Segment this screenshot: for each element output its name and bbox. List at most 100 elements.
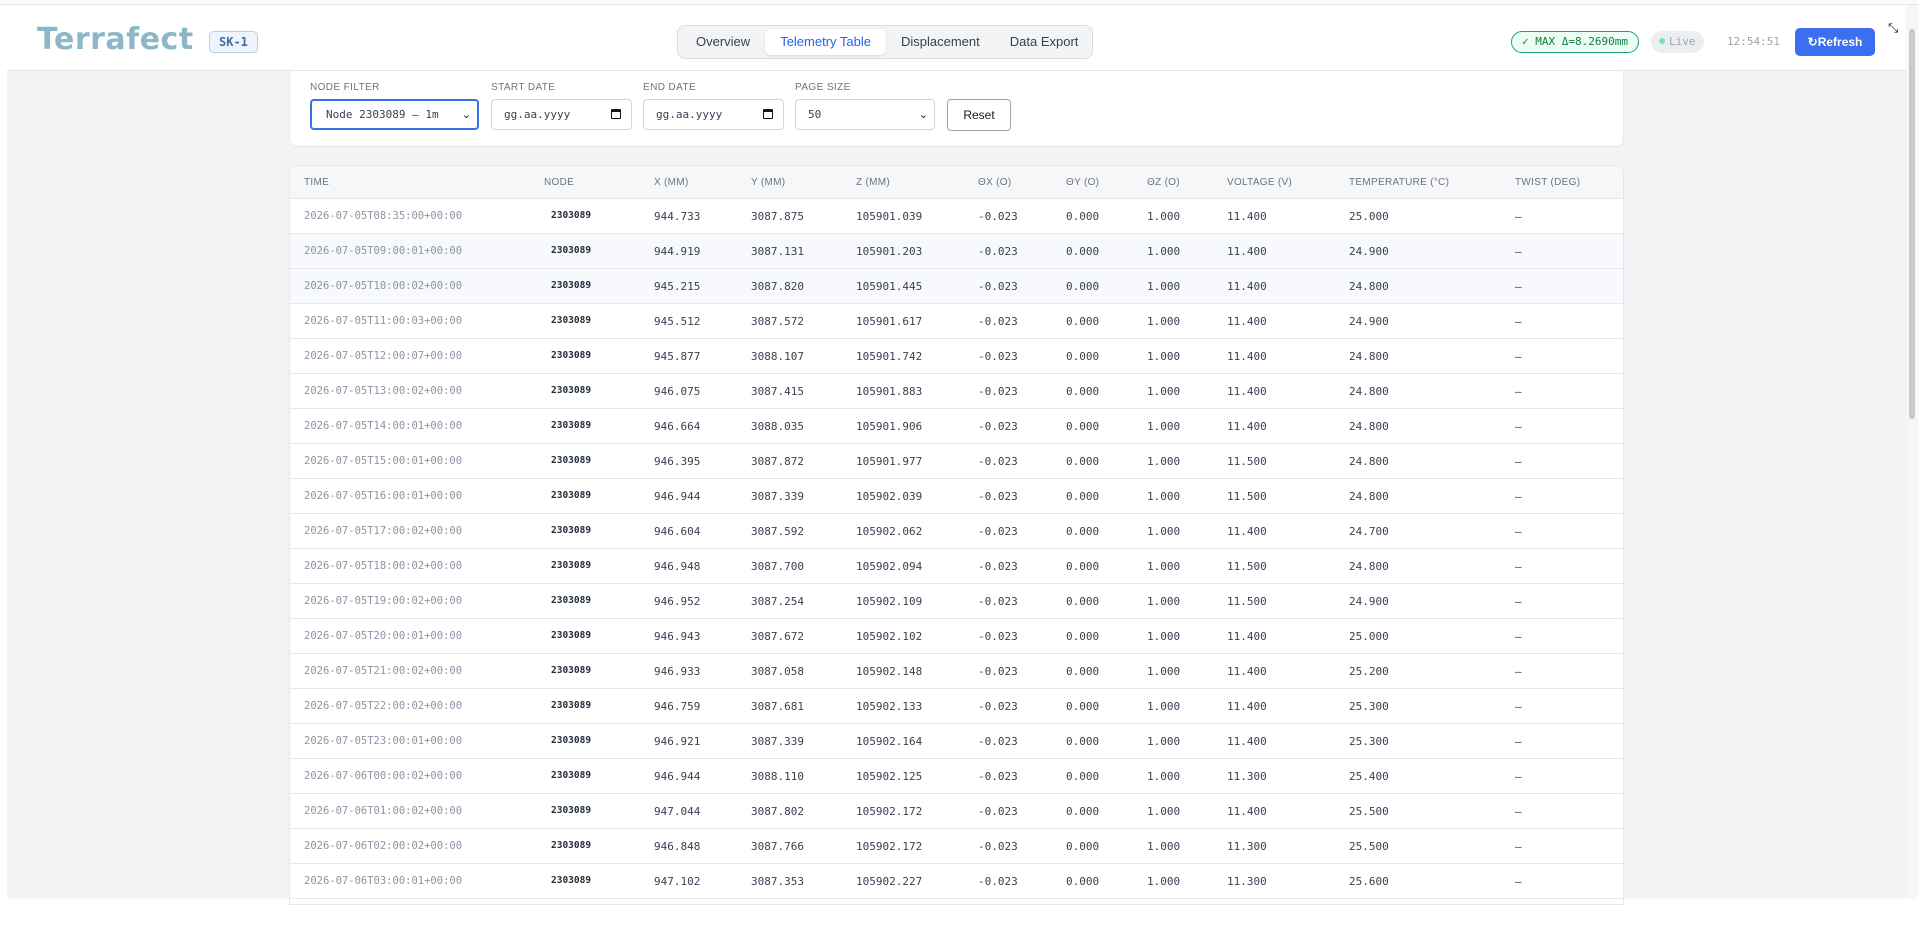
- node-filter-select[interactable]: Node 2303089 — 1m ⌄: [310, 99, 479, 130]
- cell-twist: —: [1515, 490, 1522, 503]
- table-row[interactable]: 2026-07-06T00:00:02+00:00 2303089 946.944 3…: [290, 759, 1623, 794]
- cell-theta-y: 0.000: [1066, 875, 1100, 888]
- cell-theta-z: 1.000: [1147, 245, 1181, 258]
- cell-theta-z: 1.000: [1147, 350, 1181, 363]
- cell-theta-x: -0.023: [978, 700, 1018, 713]
- table-row[interactable]: 2026-07-05T22:00:02+00:00 2303089 946.759 3…: [290, 689, 1623, 724]
- column-header-x[interactable]: X (MM): [654, 177, 689, 188]
- table-row[interactable]: 2026-07-05T18:00:02+00:00 2303089 946.948 3…: [290, 549, 1623, 584]
- cell-time: 2026-07-06T01:00:02+00:00: [304, 805, 463, 817]
- end-date-input[interactable]: gg.aa.yyyy: [643, 99, 784, 130]
- table-row[interactable]: 2026-07-05T21:00:02+00:00 2303089 946.933 3…: [290, 654, 1623, 689]
- cell-node: 2303089: [551, 840, 592, 851]
- tab-bar: Overview Telemetry Table Displacement Da…: [677, 25, 1093, 59]
- cell-theta-y: 0.000: [1066, 840, 1100, 853]
- cell-x: 946.075: [654, 385, 701, 398]
- cell-node: 2303089: [551, 770, 592, 781]
- table-row[interactable]: 2026-07-06T01:00:02+00:00 2303089 947.044 3…: [290, 794, 1623, 829]
- cell-z: 105901.617: [856, 315, 923, 328]
- cell-y: 3087.339: [751, 735, 804, 748]
- cell-x: 946.943: [654, 630, 701, 643]
- cell-temperature: 25.000: [1349, 630, 1389, 643]
- calendar-icon[interactable]: [611, 109, 621, 119]
- cell-theta-y: 0.000: [1066, 385, 1100, 398]
- cell-theta-z: 1.000: [1147, 595, 1181, 608]
- table-row[interactable]: 2026-07-05T11:00:03+00:00 2303089 945.512 3…: [290, 304, 1623, 339]
- tab-data-export[interactable]: Data Export: [995, 29, 1094, 55]
- table-row[interactable]: 2026-07-05T09:00:01+00:00 2303089 944.919 3…: [290, 234, 1623, 269]
- cell-temperature: 24.900: [1349, 315, 1389, 328]
- column-header-z[interactable]: Z (MM): [856, 177, 890, 188]
- page-size-select[interactable]: 50 ⌄: [795, 99, 935, 130]
- cell-z: 105901.906: [856, 420, 923, 433]
- cell-twist: —: [1515, 385, 1522, 398]
- cell-time: 2026-07-05T09:00:01+00:00: [304, 245, 463, 257]
- cell-y: 3087.802: [751, 805, 804, 818]
- table-row[interactable]: 2026-07-06T03:00:01+00:00 2303089 947.102 3…: [290, 864, 1623, 899]
- cell-twist: —: [1515, 770, 1522, 783]
- table-row[interactable]: 2026-07-05T17:00:02+00:00 2303089 946.604 3…: [290, 514, 1623, 549]
- cell-x: 945.215: [654, 280, 701, 293]
- column-header-theta-y[interactable]: ΘY (Ο): [1066, 177, 1099, 188]
- column-header-y[interactable]: Y (MM): [751, 177, 785, 188]
- logo: Terrafect: [37, 22, 194, 57]
- cell-voltage: 11.300: [1227, 840, 1267, 853]
- site-badge[interactable]: SK-1: [209, 31, 258, 53]
- tab-overview[interactable]: Overview: [681, 29, 765, 55]
- cell-time: 2026-07-05T11:00:03+00:00: [304, 315, 463, 327]
- refresh-button[interactable]: ↻Refresh: [1795, 28, 1875, 56]
- cell-theta-x: -0.023: [978, 455, 1018, 468]
- start-date-input[interactable]: gg.aa.yyyy: [491, 99, 632, 130]
- cell-time: 2026-07-05T10:00:02+00:00: [304, 280, 463, 292]
- cell-z: 105902.133: [856, 700, 923, 713]
- app: Terrafect SK-1 Overview Telemetry Table …: [0, 0, 1918, 948]
- table-row[interactable]: 2026-07-05T12:00:07+00:00 2303089 945.877 3…: [290, 339, 1623, 374]
- cell-twist: —: [1515, 875, 1522, 888]
- column-header-voltage[interactable]: VOLTAGE (V): [1227, 177, 1292, 188]
- table-row[interactable]: 2026-07-05T20:00:01+00:00 2303089 946.943 3…: [290, 619, 1623, 654]
- table-row[interactable]: 2026-07-05T08:35:00+00:00 2303089 944.733 3…: [290, 199, 1623, 234]
- cell-node: 2303089: [551, 665, 592, 676]
- cell-twist: —: [1515, 210, 1522, 223]
- cell-theta-z: 1.000: [1147, 385, 1181, 398]
- live-badge[interactable]: Live: [1651, 31, 1704, 53]
- cell-node: 2303089: [551, 735, 592, 746]
- column-header-theta-x[interactable]: ΘX (Ο): [978, 177, 1011, 188]
- tab-displacement[interactable]: Displacement: [886, 29, 995, 55]
- start-date-label: START DATE: [491, 82, 556, 93]
- cell-node: 2303089: [551, 560, 592, 571]
- cell-x: 946.921: [654, 735, 701, 748]
- scrollbar-thumb[interactable]: [1909, 29, 1915, 419]
- reset-button[interactable]: Reset: [947, 99, 1011, 131]
- cell-twist: —: [1515, 840, 1522, 853]
- calendar-icon[interactable]: [763, 109, 773, 119]
- cell-temperature: 24.800: [1349, 560, 1389, 573]
- cell-voltage: 11.400: [1227, 350, 1267, 363]
- collapse-icon[interactable]: ⤡: [1888, 21, 1902, 35]
- cell-twist: —: [1515, 700, 1522, 713]
- column-header-node[interactable]: NODE: [544, 177, 574, 188]
- cell-time: 2026-07-05T20:00:01+00:00: [304, 630, 463, 642]
- table-row[interactable]: 2026-07-05T13:00:02+00:00 2303089 946.075 3…: [290, 374, 1623, 409]
- start-date-placeholder: gg.aa.yyyy: [504, 108, 571, 121]
- column-header-twist[interactable]: TWIST (DEG): [1515, 177, 1580, 188]
- scrollbar[interactable]: [1906, 5, 1918, 899]
- table-row[interactable]: 2026-07-05T16:00:01+00:00 2303089 946.944 3…: [290, 479, 1623, 514]
- page-size-label: PAGE SIZE: [795, 82, 851, 93]
- table-row[interactable]: 2026-07-06T02:00:02+00:00 2303089 946.848 3…: [290, 829, 1623, 864]
- cell-theta-z: 1.000: [1147, 280, 1181, 293]
- column-header-time[interactable]: TIME: [304, 177, 329, 188]
- column-header-temperature[interactable]: TEMPERATURE (°C): [1349, 177, 1449, 188]
- table-row[interactable]: 2026-07-05T23:00:01+00:00 2303089 946.921 3…: [290, 724, 1623, 759]
- tab-telemetry-table[interactable]: Telemetry Table: [765, 29, 886, 55]
- table-row[interactable]: 2026-07-05T10:00:02+00:00 2303089 945.215 3…: [290, 269, 1623, 304]
- table-row[interactable]: 2026-07-05T19:00:02+00:00 2303089 946.952 3…: [290, 584, 1623, 619]
- table-row[interactable]: 2026-07-05T15:00:01+00:00 2303089 946.395 3…: [290, 444, 1623, 479]
- cell-twist: —: [1515, 315, 1522, 328]
- filter-card: NODE FILTER Node 2303089 — 1m ⌄ START DAT…: [289, 71, 1624, 147]
- column-header-theta-z[interactable]: ΘZ (Ο): [1147, 177, 1180, 188]
- table-row[interactable]: 2026-07-05T14:00:01+00:00 2303089 946.664 3…: [290, 409, 1623, 444]
- cell-y: 3087.058: [751, 665, 804, 678]
- cell-z: 105902.109: [856, 595, 923, 608]
- cell-temperature: 25.200: [1349, 665, 1389, 678]
